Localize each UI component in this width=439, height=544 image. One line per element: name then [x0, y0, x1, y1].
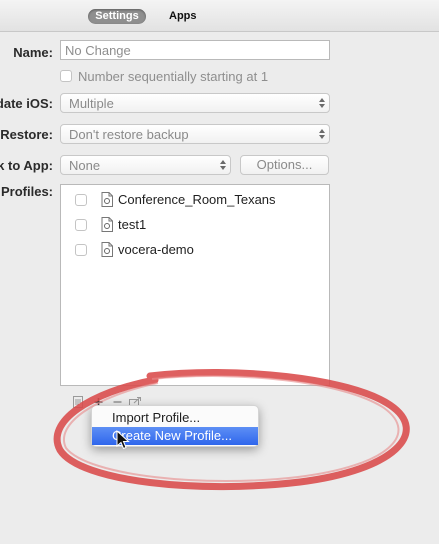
profile-document-icon — [101, 217, 113, 232]
number-sequentially-checkbox[interactable] — [60, 70, 72, 82]
name-label: Name: — [13, 45, 53, 60]
restore-value: Don't restore backup — [69, 127, 189, 142]
profile-document-icon — [101, 192, 113, 207]
update-ios-popup[interactable]: Multiple — [60, 93, 330, 113]
profile-name: test1 — [118, 217, 147, 232]
profiles-list[interactable]: Conference_Room_Texans test1 vocera-demo — [60, 184, 330, 386]
link-to-app-value: None — [69, 158, 101, 173]
profile-checkbox[interactable] — [75, 219, 87, 231]
restore-label: Restore: — [0, 127, 53, 142]
profile-name: Conference_Room_Texans — [118, 192, 276, 207]
profile-checkbox[interactable] — [75, 194, 87, 206]
list-item[interactable]: vocera-demo — [61, 239, 329, 261]
list-item[interactable]: test1 — [61, 214, 329, 236]
options-button[interactable]: Options... — [240, 155, 329, 175]
link-to-app-popup[interactable]: None — [60, 155, 231, 175]
profiles-label: Profiles: — [0, 184, 53, 199]
settings-icon[interactable] — [73, 396, 83, 408]
profile-checkbox[interactable] — [75, 244, 87, 256]
menu-item-import-profile[interactable]: Import Profile... — [92, 409, 258, 427]
profile-document-icon — [101, 242, 113, 257]
number-sequentially-label: Number sequentially starting at 1 — [78, 69, 269, 84]
mouse-cursor-icon — [116, 430, 130, 450]
toolbar: Settings Apps — [0, 0, 439, 32]
update-ios-value: Multiple — [69, 96, 114, 111]
link-to-app-label: k to App: — [0, 158, 53, 173]
updown-arrows-icon — [319, 129, 325, 139]
tab-settings[interactable]: Settings — [88, 9, 146, 24]
name-value: No Change — [65, 43, 131, 58]
updown-arrows-icon — [319, 98, 325, 108]
tab-apps[interactable]: Apps — [169, 9, 197, 24]
list-item[interactable]: Conference_Room_Texans — [61, 189, 329, 211]
name-field[interactable]: No Change — [60, 40, 330, 60]
profile-name: vocera-demo — [118, 242, 194, 257]
restore-popup[interactable]: Don't restore backup — [60, 124, 330, 144]
updown-arrows-icon — [220, 160, 226, 170]
update-ios-label: date iOS: — [0, 96, 53, 111]
